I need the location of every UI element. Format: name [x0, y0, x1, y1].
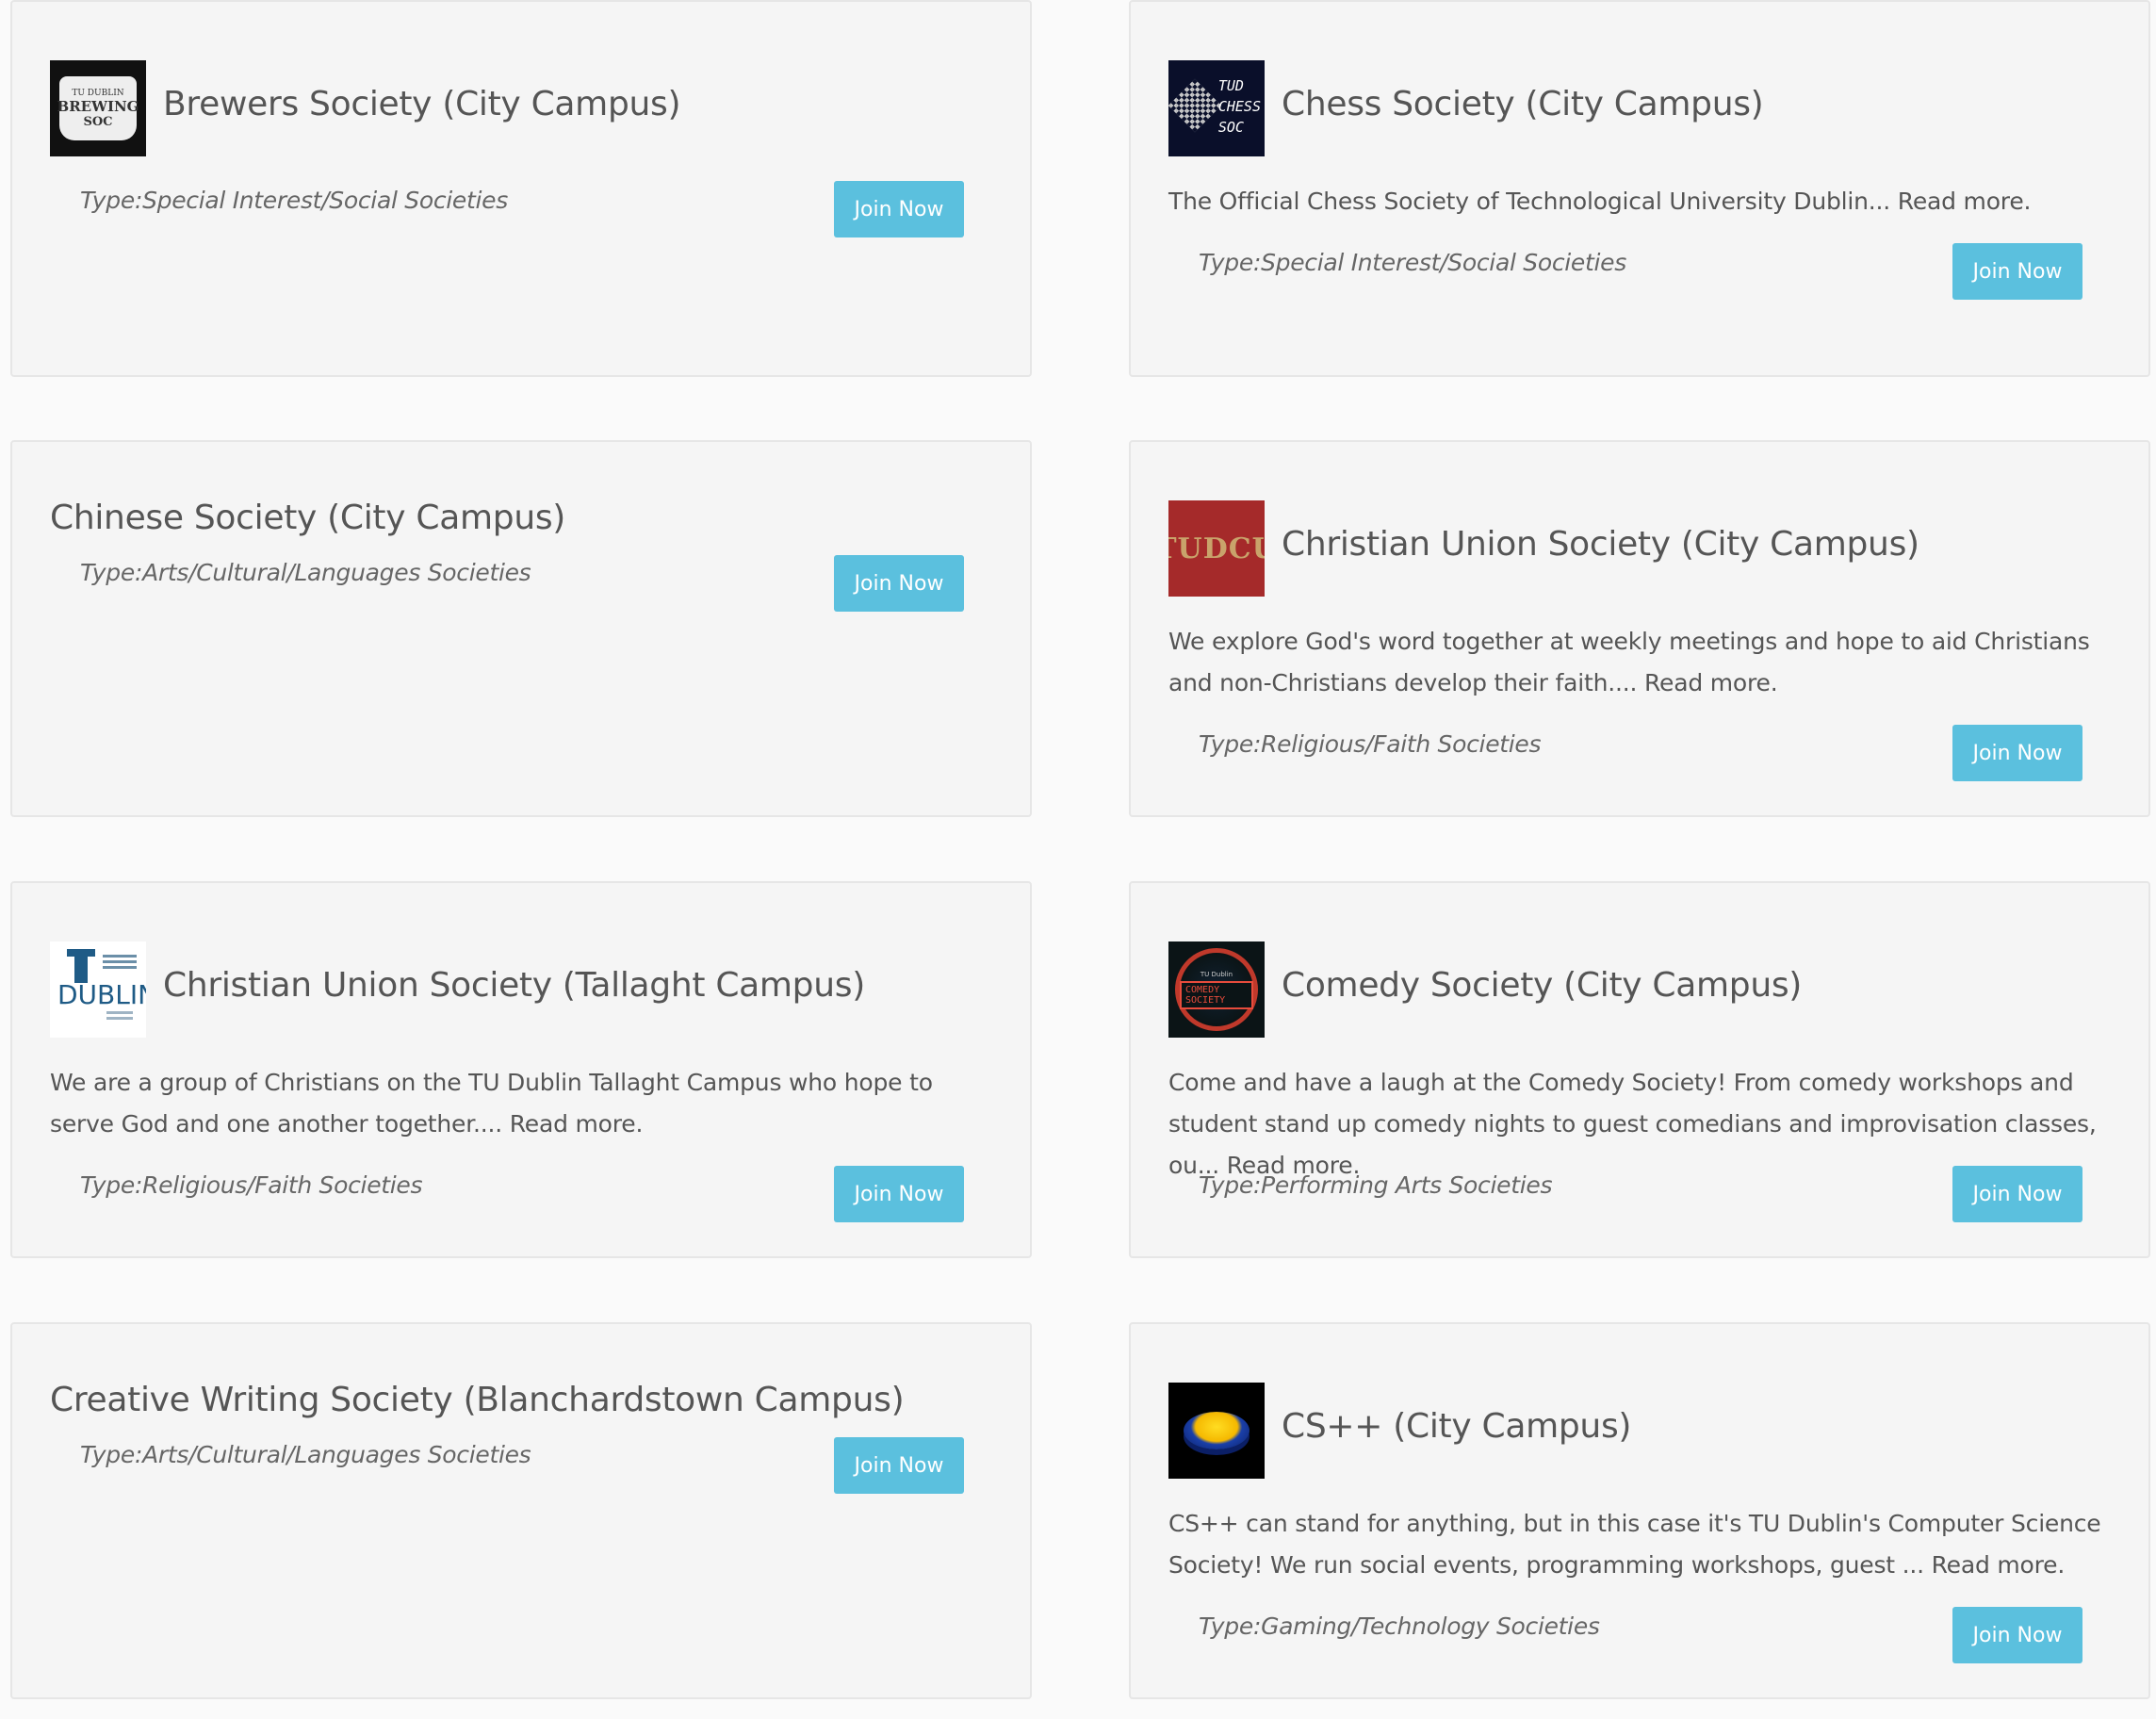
- society-title[interactable]: Chinese Society (City Campus): [50, 499, 565, 537]
- cspp-logo: [1168, 1383, 1265, 1479]
- society-card-chinese: Chinese Society (City Campus) Type:Arts/…: [10, 440, 1032, 817]
- join-now-button[interactable]: Join Now: [834, 1437, 964, 1494]
- join-now-button[interactable]: Join Now: [1952, 243, 2082, 300]
- society-type: Type:Arts/Cultural/Languages Societies: [80, 559, 531, 586]
- society-card-creative-writing: Creative Writing Society (Blanchardstown…: [10, 1322, 1032, 1699]
- society-description: We explore God's word together at weekly…: [1168, 628, 2090, 696]
- society-card-christian-union-city: TUDCU Christian Union Society (City Camp…: [1129, 440, 2150, 817]
- society-description: We are a group of Christians on the TU D…: [50, 1069, 933, 1138]
- society-type: Type:Performing Arts Societies: [1199, 1171, 1553, 1199]
- society-type: Type:Religious/Faith Societies: [1199, 730, 1542, 758]
- society-title[interactable]: Chess Society (City Campus): [1282, 85, 1764, 123]
- society-title[interactable]: Creative Writing Society (Blanchardstown…: [50, 1381, 905, 1419]
- society-type: Type:Gaming/Technology Societies: [1199, 1613, 1600, 1640]
- society-title[interactable]: Comedy Society (City Campus): [1282, 966, 1802, 1005]
- society-title[interactable]: CS++ (City Campus): [1282, 1407, 1631, 1446]
- join-now-button[interactable]: Join Now: [834, 1166, 964, 1222]
- brewing-soc-logo: TU DUBLIN BREWING SOC: [50, 60, 146, 156]
- join-now-button[interactable]: Join Now: [1952, 1166, 2082, 1222]
- society-card-chess: TUD CHESS SOC Chess Society (City Campus…: [1129, 0, 2150, 377]
- chess-soc-logo: TUD CHESS SOC: [1168, 60, 1265, 156]
- society-title[interactable]: Christian Union Society (Tallaght Campus…: [163, 966, 865, 1005]
- society-title[interactable]: Brewers Society (City Campus): [163, 85, 681, 123]
- society-description: The Official Chess Society of Technologi…: [1168, 188, 2032, 215]
- christian-union-city-logo: TUDCU: [1168, 500, 1265, 597]
- read-more-link[interactable]: Read more.: [502, 1110, 644, 1138]
- society-type: Type:Special Interest/Social Societies: [1199, 249, 1626, 276]
- read-more-link[interactable]: Read more.: [1924, 1551, 2066, 1579]
- join-now-button[interactable]: Join Now: [1952, 1607, 2082, 1663]
- join-now-button[interactable]: Join Now: [834, 555, 964, 612]
- comedy-society-logo: TU Dublin COMEDY SOCIETY: [1168, 941, 1265, 1038]
- tu-dublin-logo: DUBLIN: [50, 941, 146, 1038]
- read-more-link[interactable]: Read more.: [1890, 188, 2032, 215]
- society-type: Type:Arts/Cultural/Languages Societies: [80, 1441, 531, 1468]
- join-now-button[interactable]: Join Now: [834, 181, 964, 237]
- society-title[interactable]: Christian Union Society (City Campus): [1282, 525, 1919, 564]
- join-now-button[interactable]: Join Now: [1952, 725, 2082, 781]
- society-card-cspp: CS++ (City Campus) CS++ can stand for an…: [1129, 1322, 2150, 1699]
- society-type: Type:Special Interest/Social Societies: [80, 187, 508, 214]
- society-type: Type:Religious/Faith Societies: [80, 1171, 423, 1199]
- society-card-christian-union-tallaght: DUBLIN Christian Union Society (Tallaght…: [10, 881, 1032, 1258]
- society-card-brewers: TU DUBLIN BREWING SOC Brewers Society (C…: [10, 0, 1032, 377]
- society-description: CS++ can stand for anything, but in this…: [1168, 1510, 2101, 1579]
- society-card-comedy: TU Dublin COMEDY SOCIETY Comedy Society …: [1129, 881, 2150, 1258]
- read-more-link[interactable]: Read more.: [1637, 669, 1778, 696]
